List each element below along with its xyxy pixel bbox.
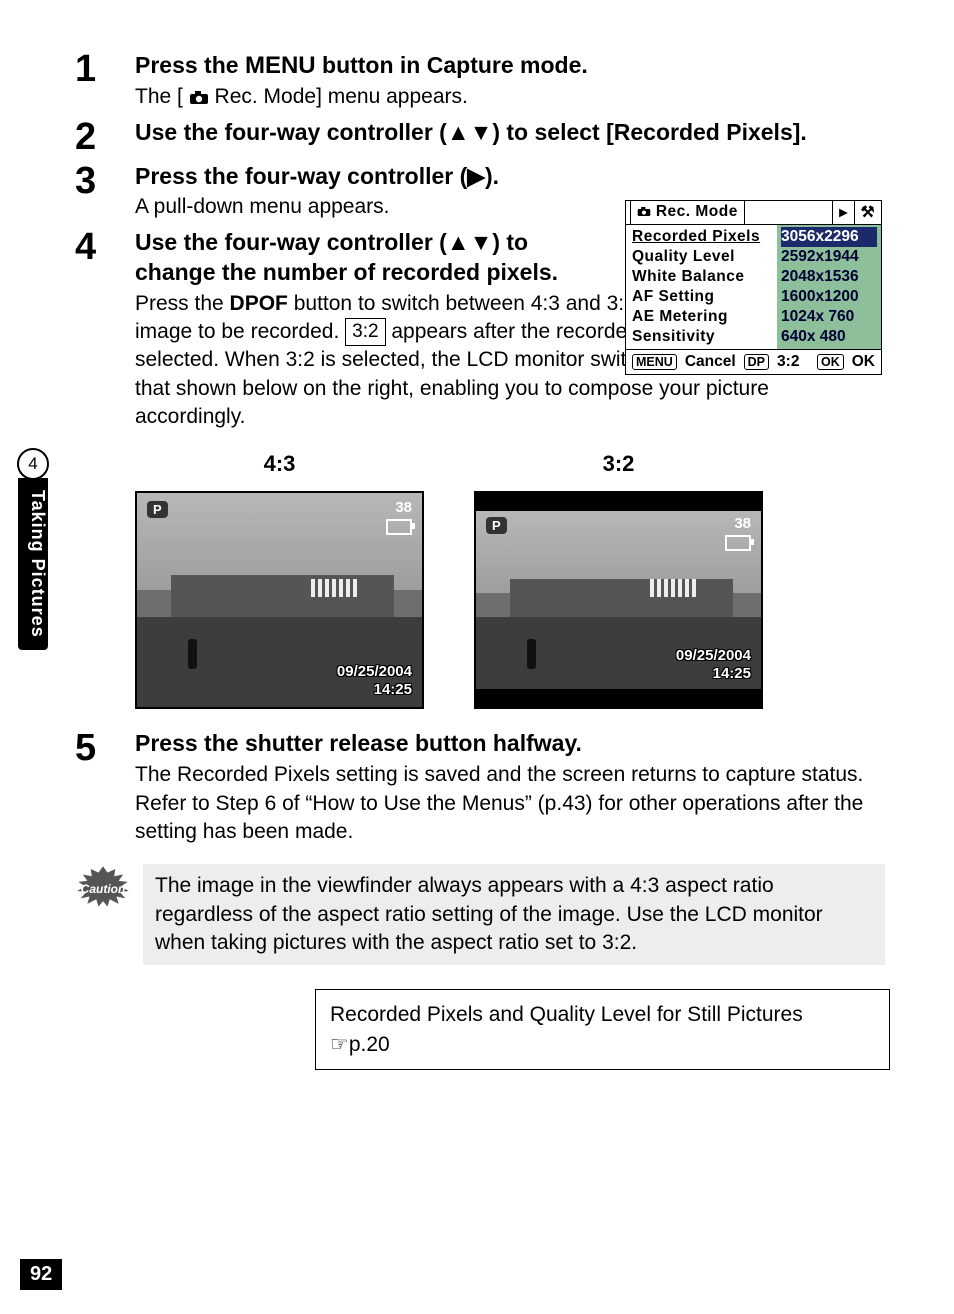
battery-icon xyxy=(386,519,412,535)
step-title: Press the shutter release button halfway… xyxy=(135,729,885,759)
menu-value: 640x 480 xyxy=(781,327,877,347)
ratio-label: 4:3 xyxy=(135,451,424,477)
menu-item: Sensitivity xyxy=(632,327,773,347)
step-subtext: The [ Rec. Mode] menu appears. xyxy=(135,83,885,111)
reference-title: Recorded Pixels and Quality Level for St… xyxy=(330,1000,875,1029)
step-title: Use the four-way controller (▲▼) to chan… xyxy=(135,228,575,288)
caution-label: Caution xyxy=(75,866,131,912)
chapter-title: Taking Pictures xyxy=(18,478,48,650)
menu-tab-setup-icon: ⚒ xyxy=(854,201,881,224)
menu-tabbar: Rec. Mode ▸ ⚒ xyxy=(626,201,881,225)
ratio-label: 3:2 xyxy=(474,451,763,477)
menu-tab-playback-icon: ▸ xyxy=(832,201,853,224)
menu-tab-rec: Rec. Mode xyxy=(630,200,745,224)
step-title: Press the four-way controller (▶). xyxy=(135,162,885,192)
step-number: 4 xyxy=(75,228,135,432)
time: 14:25 xyxy=(676,665,751,683)
camera-icon xyxy=(637,206,651,217)
dp-value: 3:2 xyxy=(777,353,799,371)
menu-item: White Balance xyxy=(632,267,773,287)
step-5: 5 Press the shutter release button halfw… xyxy=(75,729,885,846)
page-number: 92 xyxy=(20,1259,62,1290)
step-subtext: The Recorded Pixels setting is saved and… xyxy=(135,761,885,846)
step-title: Press the MENU button in Capture mode. xyxy=(135,50,885,81)
caution-icon: Caution xyxy=(75,866,131,912)
step-title: Use the four-way controller (▲▼) to sele… xyxy=(135,118,885,148)
step-number: 5 xyxy=(75,729,135,846)
step-number: 2 xyxy=(75,118,135,156)
date: 09/25/2004 xyxy=(337,663,412,681)
date: 09/25/2004 xyxy=(676,647,751,665)
menu-item-values: 3056x2296 2592x1944 2048x1536 1600x1200 … xyxy=(777,225,881,349)
mode-badge: P xyxy=(486,517,507,534)
menu-kbd: MENU xyxy=(632,354,677,370)
menu-footer: MENU Cancel DP 3:2 OK OK xyxy=(626,349,881,374)
caution-text: The image in the viewfinder always appea… xyxy=(143,864,885,965)
menu-item: Quality Level xyxy=(632,247,773,267)
step-2: 2 Use the four-way controller (▲▼) to se… xyxy=(75,118,885,156)
datetime-overlay: 09/25/2004 14:25 xyxy=(337,663,412,699)
aspect-ratio-previews: 4:3 P 38 09/25/2004 14:25 3:2 P 38 xyxy=(135,451,885,709)
text: Rec. Mode] menu appears. xyxy=(215,85,468,108)
lcd-preview-3-2: P 38 09/25/2004 14:25 xyxy=(474,491,763,709)
time: 14:25 xyxy=(337,681,412,699)
ok-kbd: OK xyxy=(817,354,844,370)
step-number: 3 xyxy=(75,162,135,222)
cancel-label: Cancel xyxy=(685,353,736,371)
reference-box: Recorded Pixels and Quality Level for St… xyxy=(315,989,890,1070)
menu-item-names: Recorded Pixels Quality Level White Bala… xyxy=(626,225,777,349)
text: Press the xyxy=(135,52,245,78)
aspect-box-label: 3:2 xyxy=(345,318,385,346)
menu-value: 1600x1200 xyxy=(781,287,877,307)
lcd-preview-4-3: P 38 09/25/2004 14:25 xyxy=(135,491,424,709)
text: Press the xyxy=(135,292,230,315)
dp-kbd: DP xyxy=(744,354,769,370)
text: The [ xyxy=(135,85,183,108)
preview-4-3: 4:3 P 38 09/25/2004 14:25 xyxy=(135,451,424,709)
mode-badge: P xyxy=(147,501,168,518)
ok-label: OK xyxy=(852,353,875,371)
text: button in Capture mode. xyxy=(316,52,588,78)
step-1: 1 Press the MENU button in Capture mode.… xyxy=(75,50,885,112)
step-number: 1 xyxy=(75,50,135,112)
menu-item: AE Metering xyxy=(632,307,773,327)
dpof-word: DPOF xyxy=(230,292,288,315)
menu-item: Recorded Pixels xyxy=(632,227,773,247)
chapter-number: 4 xyxy=(17,448,49,480)
menu-item: AF Setting xyxy=(632,287,773,307)
menu-value: 2592x1944 xyxy=(781,247,877,267)
caution-note: Caution The image in the viewfinder alwa… xyxy=(75,864,885,965)
reference-page: ☞p.20 xyxy=(330,1030,875,1059)
menu-word: MENU xyxy=(245,52,316,79)
menu-value-selected: 3056x2296 xyxy=(781,227,877,247)
menu-value: 1024x 760 xyxy=(781,307,877,327)
side-tab: 4 Taking Pictures xyxy=(16,448,50,650)
shots-remaining: 38 xyxy=(734,515,751,532)
datetime-overlay: 09/25/2004 14:25 xyxy=(676,647,751,683)
rec-mode-menu: Rec. Mode ▸ ⚒ Recorded Pixels Quality Le… xyxy=(625,200,882,375)
menu-value: 2048x1536 xyxy=(781,267,877,287)
preview-3-2: 3:2 P 38 09/25/2004 14:25 xyxy=(474,451,763,709)
camera-icon xyxy=(189,90,209,105)
shots-remaining: 38 xyxy=(395,499,412,516)
battery-icon xyxy=(725,535,751,551)
menu-title: Rec. Mode xyxy=(656,203,738,220)
